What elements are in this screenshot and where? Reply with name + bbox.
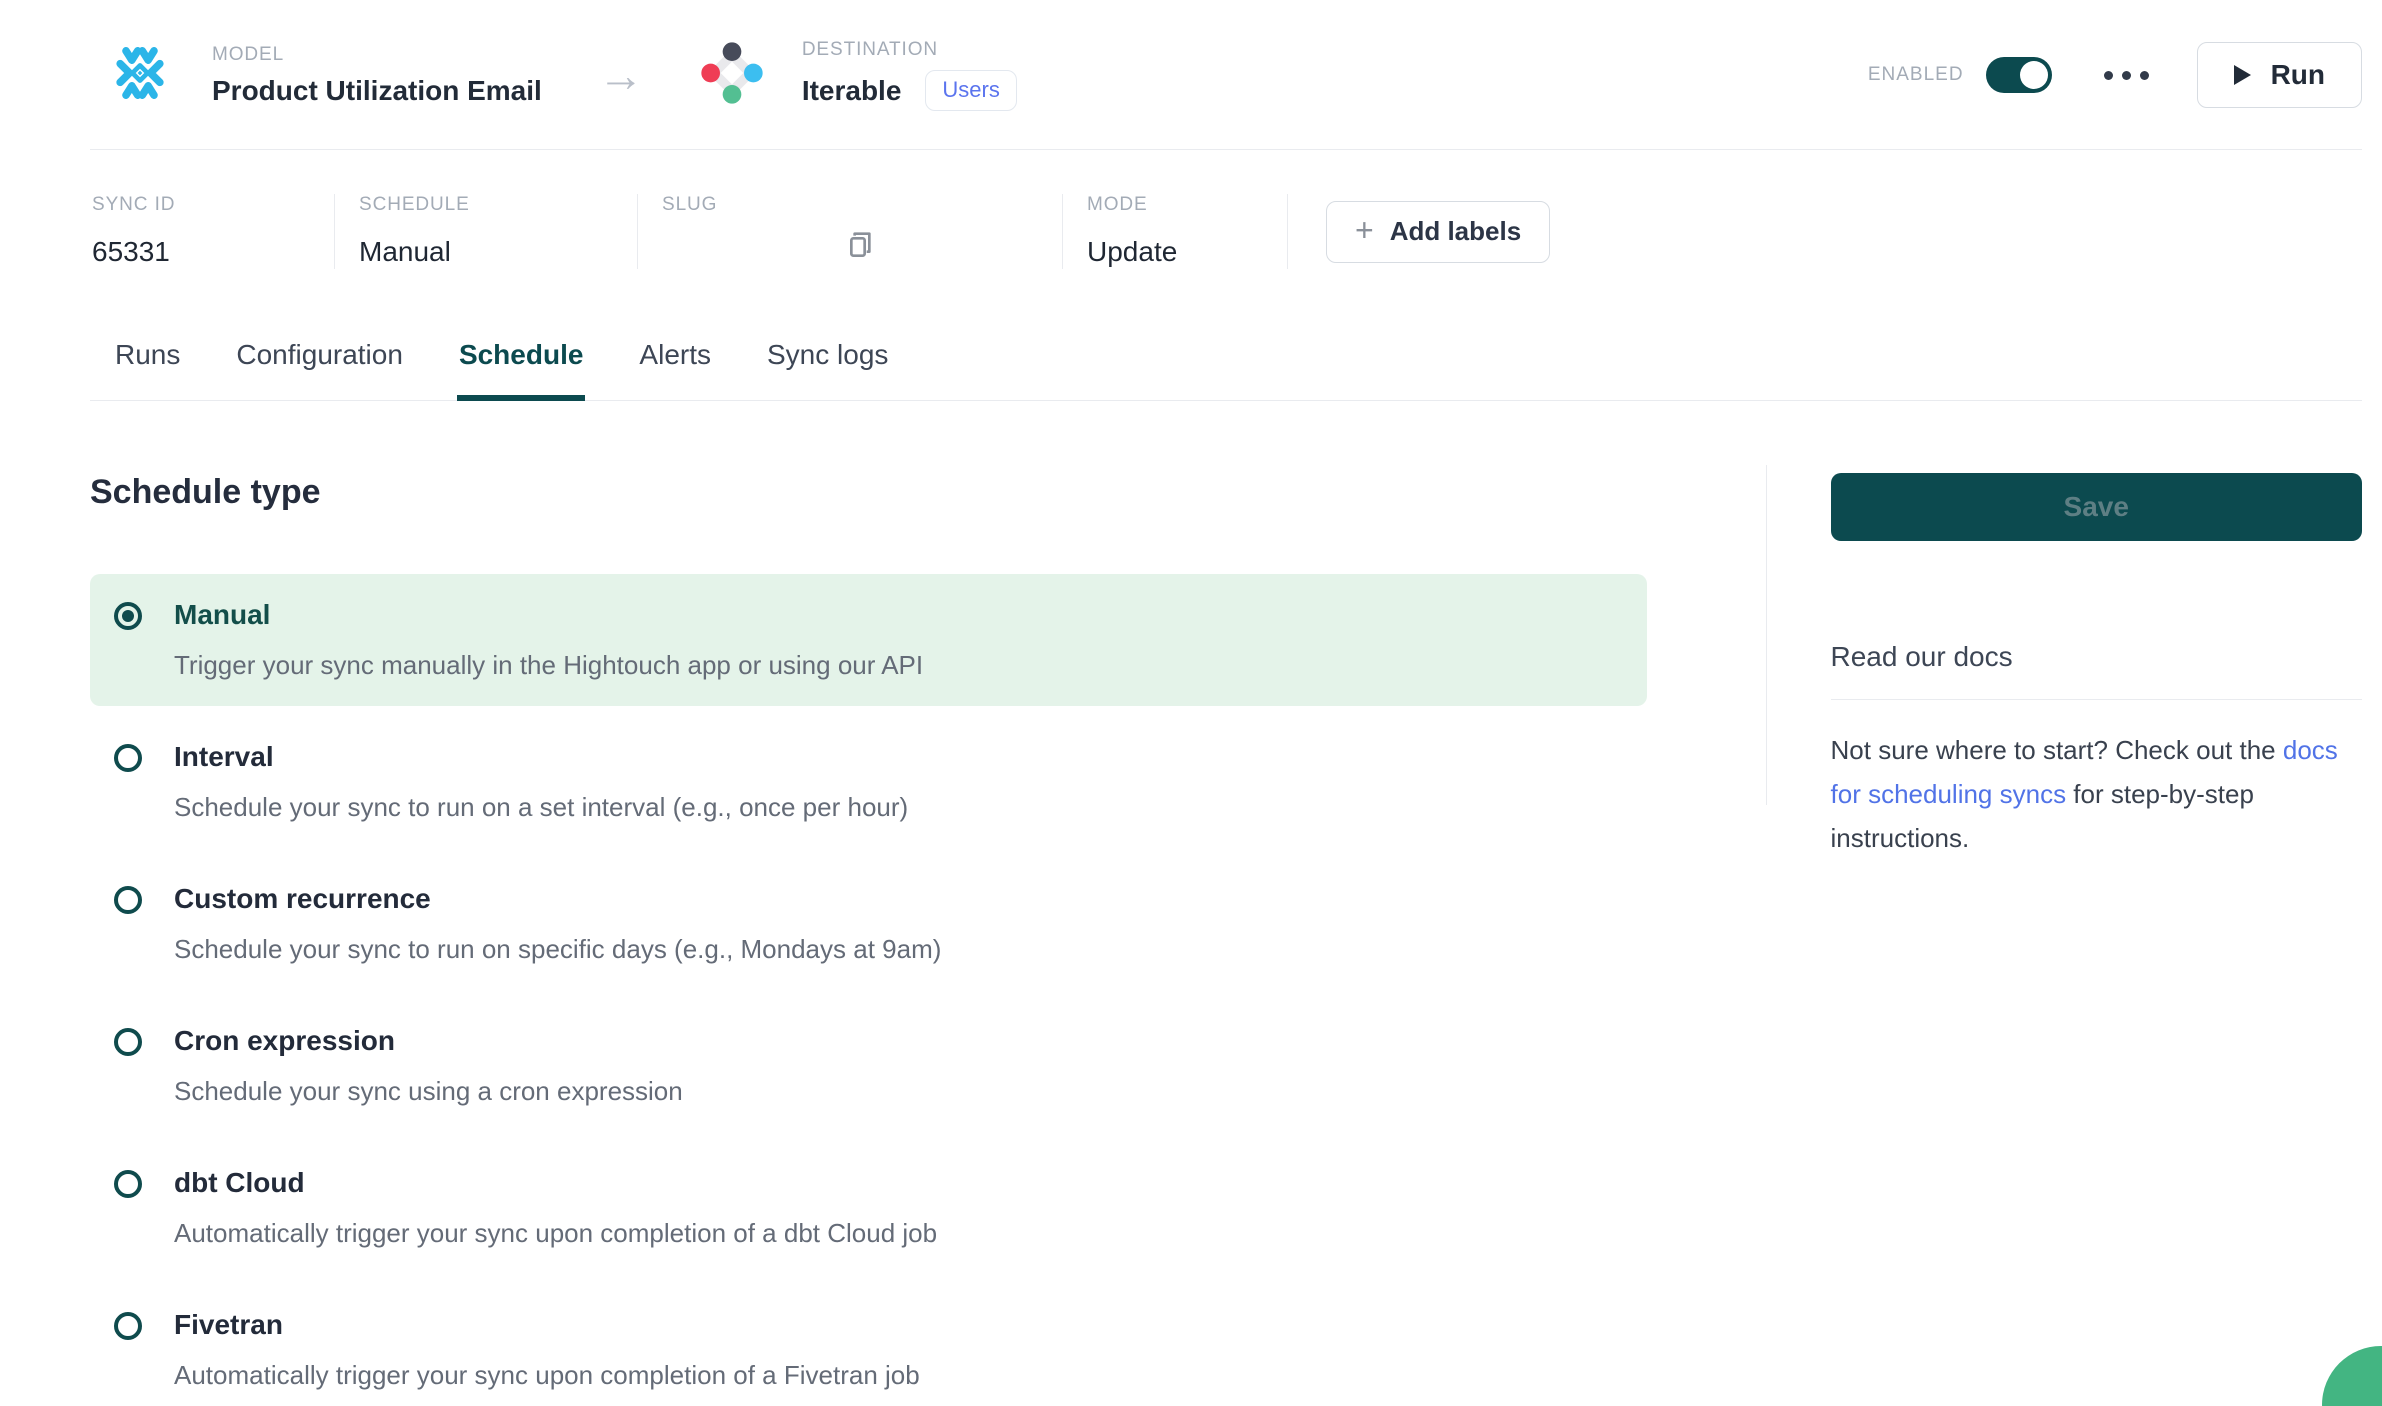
meta-sync-id: SYNC ID 65331	[92, 194, 335, 269]
tab-schedule[interactable]: Schedule	[457, 339, 585, 401]
option-label: Cron expression	[174, 1026, 683, 1056]
radio-custom-recurrence[interactable]	[114, 886, 142, 914]
add-labels-label: Add labels	[1390, 216, 1521, 247]
option-description: Schedule your sync to run on specific da…	[174, 934, 941, 964]
play-icon	[2234, 65, 2251, 85]
schedule-option-manual[interactable]: Manual Trigger your sync manually in the…	[90, 574, 1647, 706]
sync-tabs: Runs Configuration Schedule Alerts Sync …	[0, 309, 2382, 401]
schedule-value: Manual	[359, 236, 613, 268]
schedule-option-cron[interactable]: Cron expression Schedule your sync using…	[90, 1000, 1647, 1132]
model-entity: MODEL Product Utilization Email	[112, 44, 542, 107]
meta-mode: MODE Update	[1063, 194, 1288, 269]
schedule-option-interval[interactable]: Interval Schedule your sync to run on a …	[90, 716, 1647, 848]
schedule-option-fivetran[interactable]: Fivetran Automatically trigger your sync…	[90, 1284, 1647, 1406]
ellipsis-icon	[2140, 71, 2149, 80]
docs-text-before: Not sure where to start? Check out the	[1831, 735, 2283, 765]
schedule-label: SCHEDULE	[359, 194, 613, 216]
option-description: Automatically trigger your sync upon com…	[174, 1360, 920, 1390]
radio-dbt-cloud[interactable]	[114, 1170, 142, 1198]
plus-icon: +	[1355, 214, 1374, 246]
sync-header: MODEL Product Utilization Email → DESTIN…	[0, 0, 2382, 150]
mode-label: MODE	[1087, 194, 1263, 216]
arrow-right-icon: →	[598, 52, 644, 98]
option-label: dbt Cloud	[174, 1168, 937, 1198]
destination-name: Iterable	[802, 75, 902, 107]
schedule-option-custom-recurrence[interactable]: Custom recurrence Schedule your sync to …	[90, 858, 1647, 990]
schedule-panel: Schedule type Manual Trigger your sync m…	[0, 401, 2382, 1406]
model-name: Product Utilization Email	[212, 75, 542, 107]
enabled-label: ENABLED	[1868, 64, 1964, 86]
copy-icon[interactable]	[844, 228, 876, 269]
option-label: Custom recurrence	[174, 884, 941, 914]
docs-divider	[1831, 699, 2362, 700]
ellipsis-icon	[2104, 71, 2113, 80]
docs-section-title: Read our docs	[1831, 641, 2362, 673]
radio-cron[interactable]	[114, 1028, 142, 1056]
ellipsis-icon	[2122, 71, 2131, 80]
docs-paragraph: Not sure where to start? Check out the d…	[1831, 728, 2362, 860]
schedule-option-dbt-cloud[interactable]: dbt Cloud Automatically trigger your syn…	[90, 1142, 1647, 1274]
mode-value: Update	[1087, 236, 1263, 268]
radio-manual[interactable]	[114, 602, 142, 630]
tab-alerts[interactable]: Alerts	[637, 339, 713, 401]
radio-interval[interactable]	[114, 744, 142, 772]
schedule-type-title: Schedule type	[90, 473, 1647, 512]
option-description: Trigger your sync manually in the Highto…	[174, 650, 923, 680]
option-description: Automatically trigger your sync upon com…	[174, 1218, 937, 1248]
sync-id-value: 65331	[92, 236, 310, 268]
snowflake-icon	[112, 45, 168, 106]
option-label: Fivetran	[174, 1310, 920, 1340]
model-eyebrow-label: MODEL	[212, 44, 542, 66]
sync-id-label: SYNC ID	[92, 194, 310, 216]
slug-label: SLUG	[662, 194, 1038, 216]
option-description: Schedule your sync using a cron expressi…	[174, 1076, 683, 1106]
enabled-toggle[interactable]	[1986, 57, 2052, 93]
run-button-label: Run	[2271, 59, 2325, 91]
tab-runs[interactable]: Runs	[113, 339, 182, 401]
option-label: Interval	[174, 742, 908, 772]
meta-schedule: SCHEDULE Manual	[335, 194, 638, 269]
sync-meta-strip: SYNC ID 65331 SCHEDULE Manual SLUG MODE …	[0, 150, 2382, 309]
destination-entity: DESTINATION Iterable Users	[700, 39, 1017, 111]
option-label: Manual	[174, 600, 923, 630]
tab-sync-logs[interactable]: Sync logs	[765, 339, 890, 401]
radio-fivetran[interactable]	[114, 1312, 142, 1340]
toggle-knob	[2020, 61, 2048, 89]
iterable-icon	[700, 41, 764, 110]
destination-eyebrow-label: DESTINATION	[802, 39, 1017, 61]
add-labels-button[interactable]: + Add labels	[1326, 201, 1550, 263]
meta-slug: SLUG	[638, 194, 1063, 269]
overflow-menu-button[interactable]	[2098, 65, 2155, 86]
save-button[interactable]: Save	[1831, 473, 2362, 541]
option-description: Schedule your sync to run on a set inter…	[174, 792, 908, 822]
vertical-divider	[1766, 465, 1767, 805]
destination-users-badge: Users	[925, 70, 1016, 111]
run-button[interactable]: Run	[2197, 42, 2362, 108]
tab-configuration[interactable]: Configuration	[234, 339, 405, 401]
